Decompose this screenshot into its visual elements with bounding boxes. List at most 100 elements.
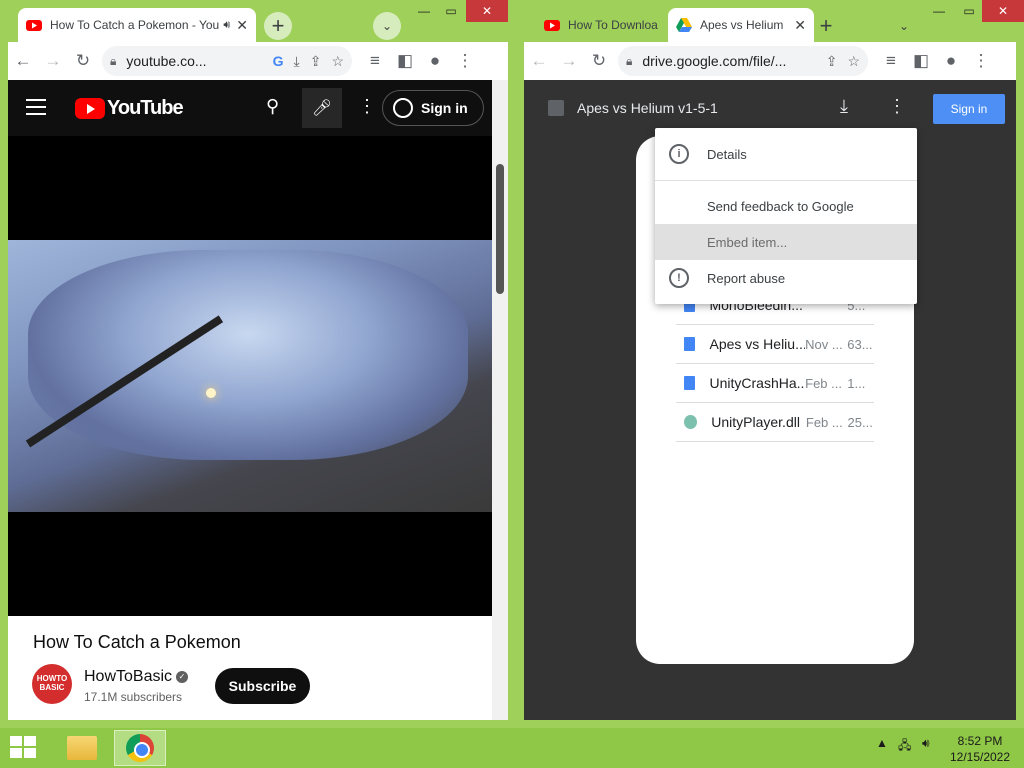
list-item[interactable]: Apes vs Heliu... Nov ... 63... — [676, 325, 874, 364]
media-control-icon[interactable]: ≡ — [876, 46, 906, 76]
profile-icon[interactable]: ● — [936, 46, 966, 76]
alert-icon: ! — [669, 268, 689, 288]
close-window-button[interactable]: ✕ — [466, 0, 508, 22]
new-tab-button[interactable]: + — [812, 12, 840, 40]
chrome-menu-icon[interactable]: ⋮ — [450, 46, 480, 76]
archive-file-icon — [548, 100, 564, 116]
file-explorer-button[interactable] — [56, 730, 108, 766]
google-lens-icon[interactable]: G — [273, 53, 284, 69]
maximize-button[interactable]: ▭ — [436, 0, 466, 22]
tab-search-chevron-icon[interactable]: ⌄ — [373, 12, 401, 40]
browser-toolbar: ← → ↻ 🔒︎ youtube.co... G ⤓ ⇪ ☆ ≡ ◧ ● ⋮ — [8, 42, 508, 80]
audio-playing-icon[interactable]: 🔊︎ — [223, 19, 230, 32]
youtube-play-icon — [75, 98, 105, 119]
media-control-icon[interactable]: ≡ — [360, 46, 390, 76]
back-icon[interactable]: ← — [8, 46, 38, 76]
share-icon[interactable]: ⇪ — [310, 53, 322, 70]
system-clock[interactable]: 8:52 PM 12/15/2022 — [940, 733, 1020, 765]
show-hidden-icons-icon[interactable]: ▲ — [876, 736, 888, 750]
back-icon[interactable]: ← — [524, 46, 554, 76]
address-bar[interactable]: 🔒︎ drive.google.com/file/... ⇪ ☆ — [618, 46, 868, 76]
microphone-icon[interactable]: 🎤︎ — [302, 88, 342, 128]
volume-icon[interactable]: 🔊︎ — [922, 736, 930, 751]
file-date: Feb ... — [805, 414, 843, 430]
forward-icon[interactable]: → — [554, 46, 584, 76]
subscribe-button[interactable]: Subscribe — [215, 668, 310, 704]
menu-item-report-abuse[interactable]: ! Report abuse — [655, 260, 917, 296]
youtube-wordmark: YouTube — [107, 97, 184, 119]
sign-in-label: Sign in — [421, 100, 468, 116]
share-icon[interactable]: ⇪ — [826, 53, 838, 70]
page-scrollbar[interactable] — [492, 80, 508, 720]
folder-icon — [67, 736, 97, 760]
video-title: How To Catch a Pokemon — [33, 632, 241, 652]
sign-in-button[interactable]: Sign in — [382, 90, 484, 126]
reload-icon[interactable]: ↻ — [584, 46, 614, 76]
menu-item-details[interactable]: i Details — [655, 136, 917, 172]
file-date: Nov ... — [805, 336, 843, 352]
minimize-button[interactable]: — — [924, 0, 954, 22]
side-panel-icon[interactable]: ◧ — [390, 46, 420, 76]
tab-strip: How To Download Apes vs Helium ✕ + ⌄ — ▭… — [516, 0, 1024, 42]
document-icon — [684, 376, 696, 390]
tab-apes-vs-helium[interactable]: Apes vs Helium ✕ — [668, 8, 814, 42]
file-name: Apes vs Heliu... — [709, 336, 806, 352]
bookmark-star-icon[interactable]: ☆ — [331, 53, 344, 70]
close-window-button[interactable]: ✕ — [982, 0, 1024, 22]
info-icon: i — [669, 144, 689, 164]
file-size: 63... — [847, 336, 873, 352]
channel-name[interactable]: HowToBasic ✓ — [84, 668, 189, 686]
drive-browser-window: How To Download Apes vs Helium ✕ + ⌄ — ▭… — [516, 0, 1024, 728]
google-drive-favicon-icon — [676, 18, 692, 32]
channel-avatar-text: HOWTO BASIC — [36, 674, 68, 692]
close-tab-icon[interactable]: ✕ — [794, 17, 806, 34]
list-item[interactable]: UnityCrashHa... Feb ... 1... — [676, 364, 874, 403]
network-icon[interactable]: 🖧︎ — [898, 736, 911, 757]
maximize-button[interactable]: ▭ — [954, 0, 984, 22]
reload-icon[interactable]: ↻ — [68, 46, 98, 76]
bookmark-star-icon[interactable]: ☆ — [847, 53, 860, 70]
video-puddle-image — [28, 250, 468, 460]
chrome-menu-icon[interactable]: ⋮ — [966, 46, 996, 76]
tab-how-to-download[interactable]: How To Download — [536, 8, 666, 42]
more-actions-icon[interactable]: ⋮ — [888, 96, 906, 117]
menu-item-label: Report abuse — [707, 270, 786, 286]
profile-icon[interactable]: ● — [420, 46, 450, 76]
menu-item-label: Send feedback to Google — [707, 198, 854, 214]
verified-check-icon: ✓ — [176, 670, 189, 683]
address-bar[interactable]: 🔒︎ youtube.co... G ⤓ ⇪ ☆ — [102, 46, 352, 76]
channel-avatar[interactable]: HOWTO BASIC — [32, 664, 72, 704]
install-app-icon[interactable]: ⤓ — [294, 53, 300, 70]
list-item[interactable]: UnityPlayer.dll Feb ... 25... — [676, 403, 874, 442]
more-actions-menu: i Details Send feedback to Google Embed … — [655, 128, 917, 304]
youtube-logo[interactable]: YouTube — [75, 97, 184, 120]
more-options-icon[interactable]: ⋮ — [358, 96, 376, 117]
download-icon[interactable]: ⤓ — [840, 96, 848, 117]
file-name: UnityPlayer.dll — [711, 414, 800, 430]
tab-youtube[interactable]: How To Catch a Pokemon - YouTube 🔊︎ ✕ — [18, 8, 256, 42]
menu-item-label: Embed item... — [707, 234, 788, 250]
menu-item-embed[interactable]: Embed item... — [655, 224, 917, 260]
youtube-header: YouTube ⚲ 🎤︎ ⋮ Sign in — [8, 80, 492, 136]
video-frame — [8, 240, 492, 512]
lock-icon[interactable]: 🔒︎ — [626, 54, 632, 69]
close-tab-icon[interactable]: ✕ — [236, 17, 248, 34]
drive-preview-page: Apes vs Helium v1-5-1 ⤓ ⋮ Sign in MonoBl… — [524, 80, 1016, 720]
video-player[interactable] — [8, 136, 492, 616]
chrome-taskbar-button[interactable] — [114, 730, 166, 766]
sign-in-button[interactable]: Sign in — [933, 94, 1005, 124]
lock-icon[interactable]: 🔒︎ — [110, 54, 116, 69]
windows-start-icon[interactable] — [10, 736, 38, 760]
tab-title: How To Download — [568, 18, 658, 32]
menu-item-send-feedback[interactable]: Send feedback to Google — [655, 188, 917, 224]
taskbar: ▲ 🖧︎ 🔊︎ 8:52 PM 12/15/2022 — [0, 728, 1024, 768]
tab-search-chevron-icon[interactable]: ⌄ — [890, 12, 918, 40]
hamburger-menu-icon[interactable] — [26, 99, 46, 120]
youtube-page: YouTube ⚲ 🎤︎ ⋮ Sign in How To Catch a Po… — [8, 80, 492, 720]
search-icon[interactable]: ⚲ — [266, 96, 279, 117]
new-tab-button[interactable]: + — [264, 12, 292, 40]
forward-icon[interactable]: → — [38, 46, 68, 76]
youtube-favicon-icon — [544, 20, 560, 31]
side-panel-icon[interactable]: ◧ — [906, 46, 936, 76]
scrollbar-thumb[interactable] — [496, 164, 504, 294]
